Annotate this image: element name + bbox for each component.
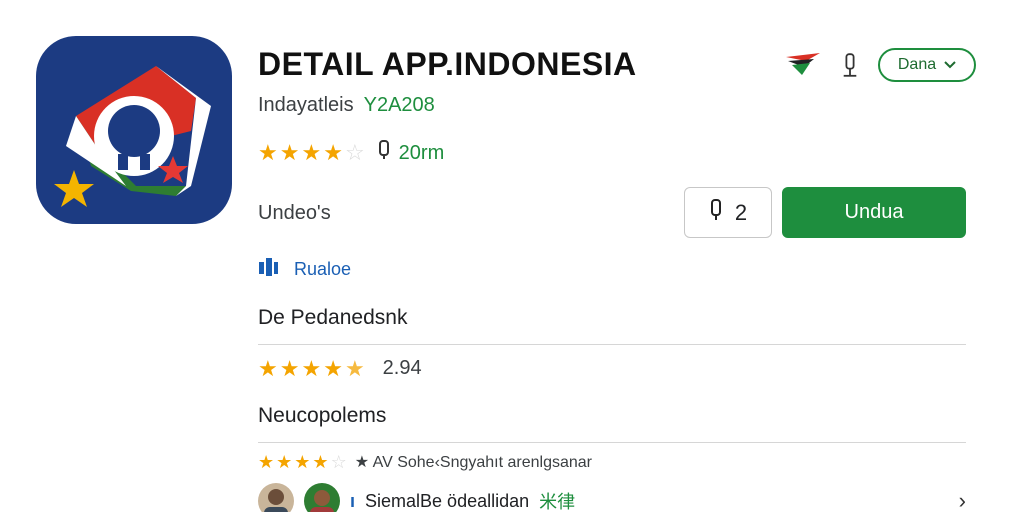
divider [258, 442, 966, 443]
flag-icon[interactable] [784, 49, 822, 81]
chevron-down-icon [944, 56, 956, 74]
review-summary-line: ★ ★ ★ ★ ☆ ★ AV Sohe‹Sngyahıt arenlgsanar [258, 452, 592, 472]
star-icon: ★ [258, 355, 278, 381]
install-button[interactable]: Undua [782, 187, 966, 238]
user-review-row[interactable]: ı SiemalBe ödeallidan 米律 › [258, 483, 966, 512]
top-actions: Dana [784, 48, 976, 82]
avatar [258, 483, 294, 512]
star-empty-icon: ☆ [344, 140, 365, 165]
download-icon [377, 140, 391, 166]
star-icon: ★ [294, 452, 311, 472]
chevron-right-icon[interactable]: › [959, 488, 966, 512]
download-icon [709, 198, 723, 227]
count-value: 2 [734, 199, 748, 225]
app-logo-icon [54, 66, 211, 207]
developer-name[interactable]: Indayatleis [258, 94, 354, 117]
downloads-value: 20rm [398, 141, 445, 164]
star-icon: ★ [258, 140, 278, 165]
user-suffix: 米律 [539, 492, 576, 512]
star-icon: ★ [301, 355, 322, 381]
avatar [304, 483, 340, 512]
rating-row: ★ ★ ★ ★ ☆ 20rm [258, 140, 444, 166]
review-stars: ★ ★ ★ ★ ☆ [258, 453, 347, 471]
app-title: DETAIL APP.INDONESIA [258, 46, 637, 82]
ratings-summary: ★ ★ ★ ★ ★ 2.94 [258, 357, 422, 380]
ratings-section-title: De Pedanedsnk [258, 306, 408, 329]
building-icon [258, 256, 290, 283]
user-label: SiemalBe ödeallidan [365, 490, 530, 511]
review-text: ★ AV Sohe‹Sngyahıt arenlgsanar [354, 454, 593, 471]
reviews-section-title: Neucopolems [258, 404, 387, 427]
language-button-label: Dana [897, 56, 937, 73]
wishlist-count-button[interactable]: 2 [684, 187, 772, 238]
star-half-icon: ★ [344, 355, 365, 381]
developer-link-label: Rualoe [294, 259, 352, 279]
star-empty-icon: ☆ [330, 452, 347, 472]
star-icon: ★ [301, 140, 322, 165]
pin-icon[interactable] [836, 49, 864, 81]
star-icon: ★ [276, 452, 293, 472]
developer-row: Indayatleis Y2A208 [258, 94, 435, 117]
star-icon: ★ [323, 355, 343, 381]
ratings-value: 2.94 [382, 357, 422, 379]
summary-stars: ★ ★ ★ ★ ★ [258, 355, 365, 381]
status-label: Undeo's [258, 202, 331, 224]
verified-icon: ı [350, 490, 356, 511]
star-icon: ★ [258, 452, 275, 472]
downloads-count: 20rm [377, 140, 445, 166]
star-icon: ★ [323, 140, 343, 165]
developer-link[interactable]: Rualoe [258, 256, 351, 283]
version-code: Y2A208 [363, 94, 435, 116]
star-icon: ★ [279, 140, 300, 165]
language-button[interactable]: Dana [878, 48, 976, 82]
star-icon: ★ [312, 452, 329, 472]
divider [258, 344, 966, 345]
star-icon: ★ [279, 355, 300, 381]
rating-stars: ★ ★ ★ ★ ☆ [258, 142, 365, 164]
app-icon [36, 36, 232, 224]
